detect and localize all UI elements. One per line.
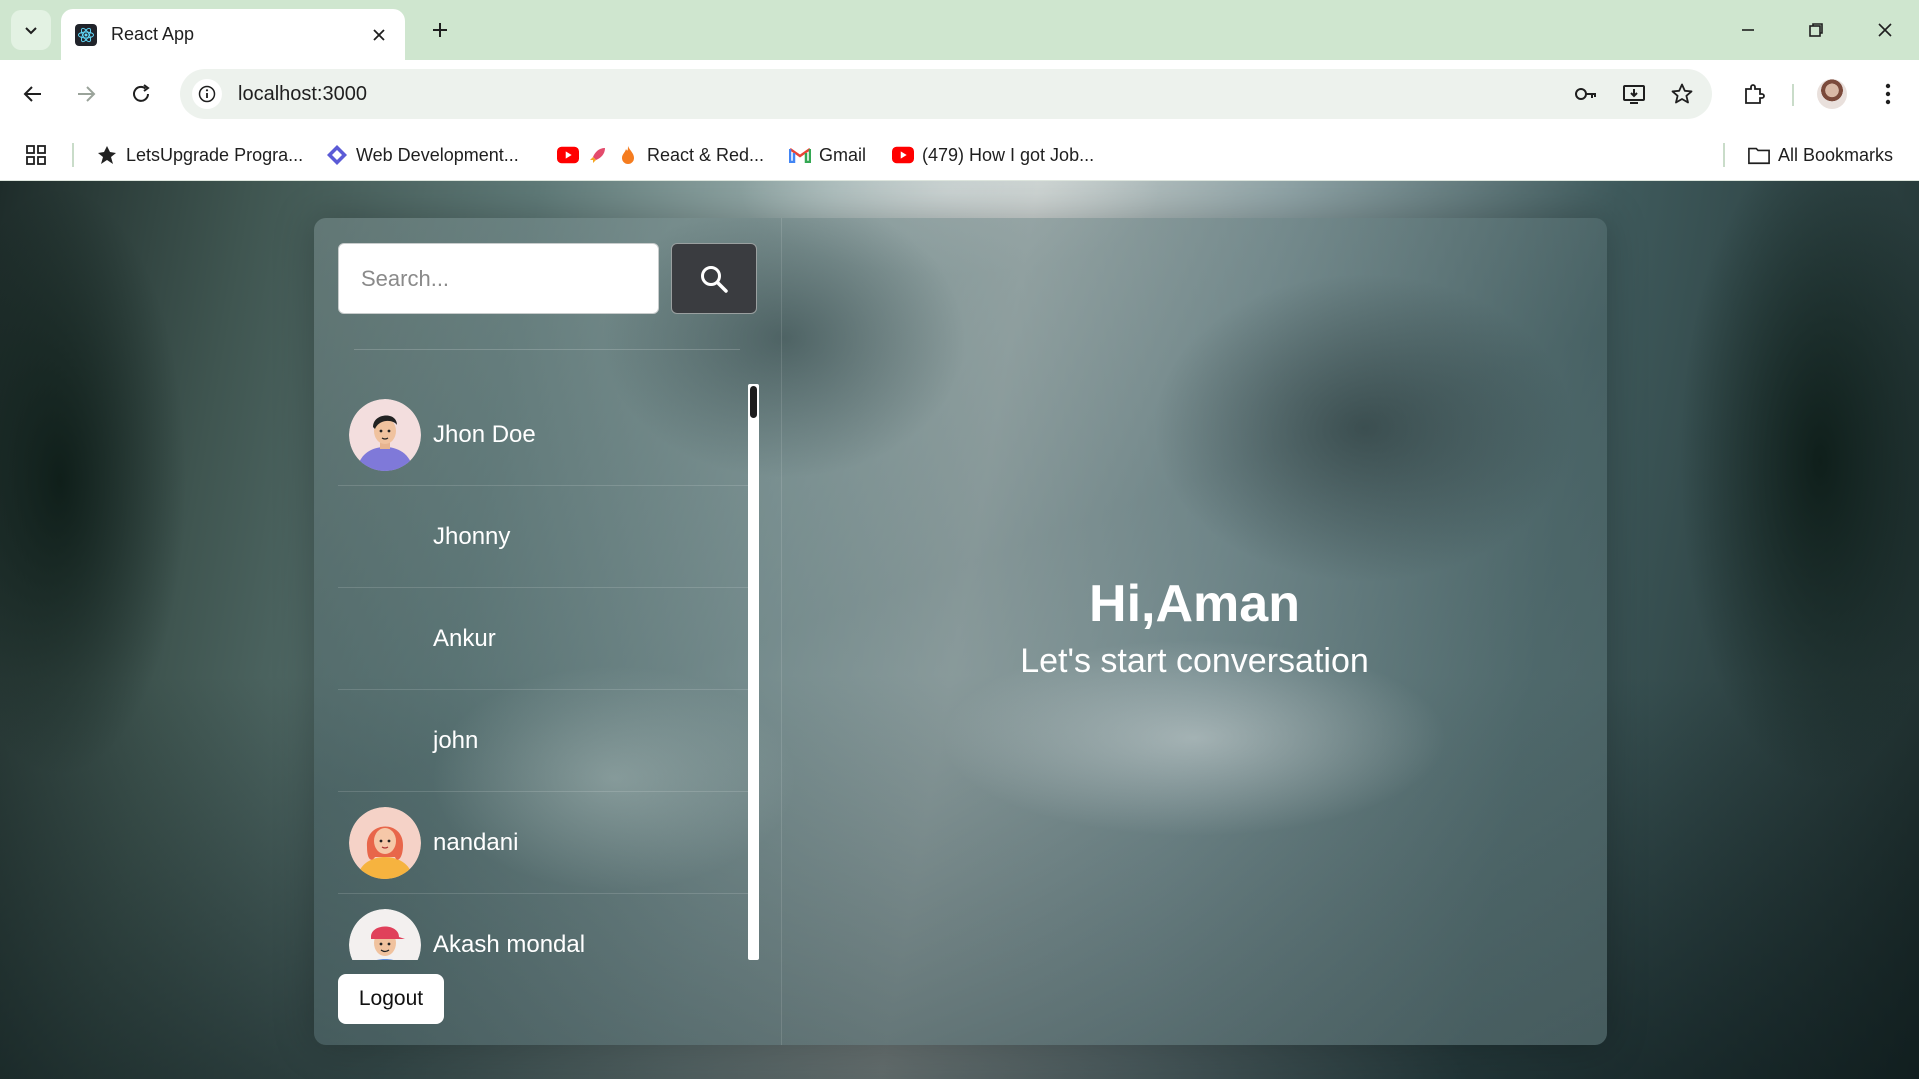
all-bookmarks[interactable]: All Bookmarks bbox=[1748, 141, 1893, 169]
search-input[interactable] bbox=[338, 243, 659, 314]
bookmarks-separator bbox=[1723, 143, 1725, 167]
scrollbar-thumb[interactable] bbox=[750, 386, 757, 418]
bookmark-star-icon[interactable] bbox=[1664, 76, 1700, 112]
reload-button[interactable] bbox=[123, 76, 159, 112]
install-app-icon[interactable] bbox=[1616, 76, 1652, 112]
password-key-icon[interactable] bbox=[1568, 76, 1604, 112]
toolbar-separator bbox=[1792, 84, 1794, 106]
contact-name: Akash mondal bbox=[433, 930, 586, 958]
contact-item[interactable]: Jhon Doe bbox=[338, 384, 748, 486]
contact-list: Jhon Doe Jhonny Ankur john nandani Akash… bbox=[338, 384, 748, 960]
bookmarks-bar: LetsUpgrade Progra... Web Development...… bbox=[0, 129, 1919, 181]
site-info-icon[interactable] bbox=[192, 79, 222, 109]
diamond-icon bbox=[326, 144, 348, 166]
active-tab[interactable]: React App bbox=[61, 9, 405, 60]
youtube-icon bbox=[557, 144, 579, 166]
contact-name: john bbox=[433, 726, 479, 754]
chat-app-card: Jhon Doe Jhonny Ankur john bbox=[314, 218, 1607, 1045]
contact-item[interactable]: nandani bbox=[338, 792, 748, 894]
avatar bbox=[349, 501, 421, 573]
fire-icon bbox=[617, 144, 639, 166]
tab-close-icon[interactable] bbox=[367, 23, 391, 47]
profile-button[interactable] bbox=[1814, 76, 1850, 112]
contact-name: Ankur bbox=[433, 624, 496, 652]
arrow-right-icon bbox=[78, 86, 96, 102]
youtube-icon bbox=[892, 144, 914, 166]
menu-button[interactable] bbox=[1870, 76, 1906, 112]
contact-item[interactable]: Ankur bbox=[338, 588, 748, 690]
minimize-button[interactable] bbox=[1728, 12, 1768, 48]
bookmark-youtube-job[interactable]: (479) How I got Job... bbox=[892, 141, 1094, 169]
bookmark-label: (479) How I got Job... bbox=[922, 144, 1095, 165]
welcome-panel: Hi,Aman Let's start conversation bbox=[782, 218, 1607, 1045]
more-vertical-icon bbox=[1885, 83, 1891, 105]
search-icon bbox=[701, 265, 728, 293]
contact-item[interactable]: Akash mondal bbox=[338, 894, 748, 960]
avatar bbox=[349, 908, 421, 960]
page-viewport: Jhon Doe Jhonny Ankur john bbox=[0, 181, 1919, 1079]
letsupgrade-icon bbox=[96, 144, 118, 166]
contact-name: nandani bbox=[433, 828, 519, 856]
puzzle-icon bbox=[1745, 84, 1765, 104]
contact-list-scrollbar[interactable] bbox=[748, 384, 759, 960]
divider bbox=[354, 349, 740, 350]
apps-grid-icon bbox=[26, 145, 46, 165]
search-button[interactable] bbox=[671, 243, 757, 314]
contact-name: Jhon Doe bbox=[433, 420, 536, 448]
bookmark-label: LetsUpgrade Progra... bbox=[126, 144, 304, 165]
chevron-down-icon bbox=[25, 27, 37, 35]
bookmark-label: React & Red... bbox=[647, 144, 765, 165]
bookmark-label: Web Development... bbox=[356, 144, 519, 165]
contact-item[interactable]: john bbox=[338, 690, 748, 792]
tab-search-button[interactable] bbox=[11, 10, 51, 50]
contact-item[interactable]: Jhonny bbox=[338, 486, 748, 588]
react-icon bbox=[75, 23, 97, 46]
restore-icon bbox=[1809, 23, 1823, 37]
minimize-icon bbox=[1742, 29, 1754, 31]
avatar bbox=[349, 398, 421, 471]
plus-icon bbox=[433, 23, 447, 37]
close-icon bbox=[1878, 23, 1892, 37]
tab-title: React App bbox=[111, 24, 195, 44]
logout-button[interactable]: Logout bbox=[338, 974, 444, 1024]
bookmark-gmail[interactable]: Gmail bbox=[789, 141, 866, 169]
sidebar: Jhon Doe Jhonny Ankur john bbox=[314, 218, 782, 1045]
url-text: localhost:3000 bbox=[238, 82, 367, 105]
avatar bbox=[349, 603, 421, 675]
welcome-title: Hi,Aman bbox=[1089, 575, 1300, 633]
tab-strip: React App bbox=[0, 0, 1919, 60]
bookmark-react-redux[interactable]: React & Red... bbox=[557, 141, 764, 169]
bookmark-letsupgrade[interactable]: LetsUpgrade Progra... bbox=[96, 141, 303, 169]
close-window-button[interactable] bbox=[1865, 12, 1905, 48]
extensions-button[interactable] bbox=[1736, 76, 1772, 112]
apps-button[interactable] bbox=[25, 141, 47, 169]
contact-name: Jhonny bbox=[433, 522, 511, 550]
bookmark-label: Gmail bbox=[819, 144, 867, 165]
avatar bbox=[349, 705, 421, 777]
reload-icon bbox=[133, 84, 150, 102]
browser-toolbar: localhost:3000 bbox=[0, 60, 1919, 129]
bookmark-web-development[interactable]: Web Development... bbox=[326, 141, 519, 169]
arrow-left-icon bbox=[23, 86, 41, 102]
new-tab-button[interactable] bbox=[424, 14, 456, 46]
folder-icon bbox=[1748, 144, 1770, 166]
rocket-icon bbox=[587, 144, 609, 166]
back-button[interactable] bbox=[15, 76, 51, 112]
bookmarks-separator bbox=[72, 143, 74, 167]
restore-button[interactable] bbox=[1796, 12, 1836, 48]
gmail-icon bbox=[789, 144, 811, 166]
profile-avatar bbox=[1817, 79, 1847, 109]
address-bar[interactable]: localhost:3000 bbox=[180, 69, 1712, 119]
avatar bbox=[349, 806, 421, 879]
welcome-subtitle: Let's start conversation bbox=[1020, 642, 1369, 680]
all-bookmarks-label: All Bookmarks bbox=[1778, 144, 1894, 165]
forward-button[interactable] bbox=[68, 76, 104, 112]
